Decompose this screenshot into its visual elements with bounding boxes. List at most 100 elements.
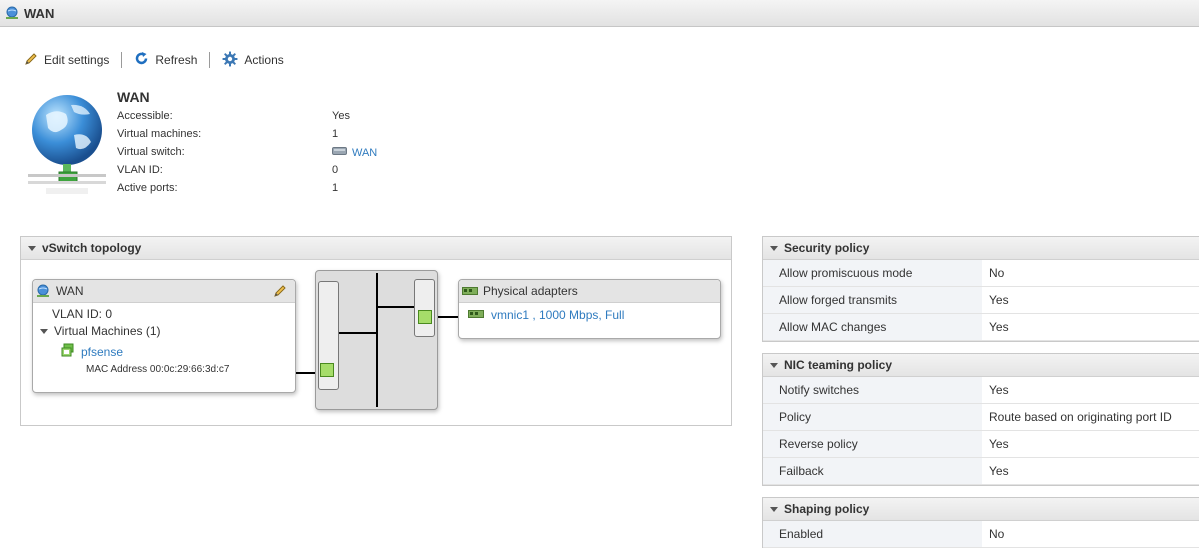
active-ports-value: 1 xyxy=(332,182,338,194)
virtual-machines-toggle[interactable]: Virtual Machines (1) xyxy=(40,324,161,338)
policy-value: Yes xyxy=(989,320,1009,334)
summary-value: 1 xyxy=(332,182,339,194)
nic-teaming-policy-panel: NIC teaming policy Notify switches Yes Po… xyxy=(762,353,1199,486)
portgroup-icon xyxy=(5,6,20,24)
nic-link[interactable]: vmnic1 , 1000 Mbps, Full xyxy=(491,308,624,322)
summary-value: Yes xyxy=(332,110,350,122)
summary-label: VLAN ID: xyxy=(117,164,163,176)
security-policy-panel: Security policy Allow promiscuous mode No… xyxy=(762,236,1199,342)
refresh-icon xyxy=(134,51,149,69)
policy-row: Allow forged transmits Yes xyxy=(763,287,1199,314)
summary-label: Active ports: xyxy=(117,182,178,194)
network-globe-icon xyxy=(26,90,108,213)
shaping-policy-panel: Shaping policy Enabled No xyxy=(762,497,1199,548)
vlan-id-text: VLAN ID: 0 xyxy=(52,307,113,321)
edit-settings-button[interactable]: Edit settings xyxy=(24,52,109,69)
policy-row: Notify switches Yes xyxy=(763,377,1199,404)
actions-button[interactable]: Actions xyxy=(222,51,284,70)
portgroup-name: WAN xyxy=(117,89,150,105)
panel-title: Shaping policy xyxy=(784,502,870,516)
vm-name-link[interactable]: pfsense xyxy=(81,345,123,359)
portgroup-box: WAN VLAN ID: 0 Virtual Machines (1) pfse… xyxy=(32,279,296,393)
nic-item[interactable]: vmnic1 , 1000 Mbps, Full xyxy=(468,308,624,322)
panel-title: vSwitch topology xyxy=(42,241,142,255)
physical-adapters-box: Physical adapters vmnic1 , 1000 Mbps, Fu… xyxy=(458,279,721,339)
summary-label: Virtual machines: xyxy=(117,128,202,140)
policy-row: Allow promiscuous mode No xyxy=(763,260,1199,287)
panel-header[interactable]: NIC teaming policy xyxy=(763,354,1199,377)
policy-key: Allow forged transmits xyxy=(763,287,982,313)
refresh-label: Refresh xyxy=(155,53,198,67)
policy-value: No xyxy=(989,527,1005,541)
policy-value: Yes xyxy=(989,383,1009,397)
nic-card-icon xyxy=(468,308,484,322)
panel-header[interactable]: Security policy xyxy=(763,237,1199,260)
portgroup-icon xyxy=(36,284,51,299)
port-icon xyxy=(418,310,432,324)
policy-value: Yes xyxy=(989,293,1009,307)
policy-key: Allow MAC changes xyxy=(763,314,982,340)
summary-value: 1 xyxy=(332,128,339,140)
mac-address-text: MAC Address 00:0c:29:66:3d:c7 xyxy=(86,364,230,375)
window-title: WAN xyxy=(24,6,55,21)
toolbar-divider xyxy=(121,52,123,68)
switch-uplink-column xyxy=(414,279,435,337)
policy-value: Yes xyxy=(989,464,1009,478)
policy-row: Enabled No xyxy=(763,521,1199,548)
refresh-button[interactable]: Refresh xyxy=(134,51,197,69)
collapse-caret-icon[interactable] xyxy=(770,362,778,368)
window-titlebar: WAN xyxy=(0,0,1199,27)
policy-key: Policy xyxy=(763,404,982,430)
accessible-value: Yes xyxy=(332,110,350,122)
vswitch-block xyxy=(315,270,438,410)
panel-header[interactable]: Shaping policy xyxy=(763,498,1199,521)
virtual-switch-link[interactable]: WAN xyxy=(332,146,377,159)
vm-icon xyxy=(61,343,76,360)
toolbar: Edit settings Refresh Actions xyxy=(24,51,284,69)
edit-pencil-icon[interactable] xyxy=(273,284,287,298)
policy-value: No xyxy=(989,266,1005,280)
physical-adapters-title: Physical adapters xyxy=(483,284,578,298)
panel-header[interactable]: vSwitch topology xyxy=(21,237,731,260)
policy-row: Failback Yes xyxy=(763,458,1199,485)
policy-row: Reverse policy Yes xyxy=(763,431,1199,458)
actions-label: Actions xyxy=(244,53,284,67)
virtual-machines-label: Virtual Machines (1) xyxy=(54,324,161,338)
collapse-caret-icon[interactable] xyxy=(28,245,36,251)
connector-line xyxy=(339,332,376,334)
policy-key: Allow promiscuous mode xyxy=(763,260,982,286)
policy-key: Reverse policy xyxy=(763,431,982,457)
policy-row: Policy Route based on originating port ID xyxy=(763,404,1199,431)
connector-line xyxy=(378,306,414,308)
vm-item[interactable]: pfsense xyxy=(61,343,123,360)
gear-icon xyxy=(222,51,238,70)
expand-caret-icon[interactable] xyxy=(40,328,48,334)
switch-icon xyxy=(332,146,347,159)
switch-bus-line xyxy=(376,273,378,407)
policy-key: Failback xyxy=(763,458,982,484)
pencil-icon xyxy=(24,52,38,69)
connector-line xyxy=(296,372,316,374)
connector-line xyxy=(438,316,458,318)
virtual-switch-name[interactable]: WAN xyxy=(352,147,377,159)
nic-card-icon xyxy=(462,286,478,296)
collapse-caret-icon[interactable] xyxy=(770,506,778,512)
vswitch-topology-panel: vSwitch topology WAN VLAN ID: 0 Virtual … xyxy=(20,236,732,426)
vlan-value: 0 xyxy=(332,164,338,176)
collapse-caret-icon[interactable] xyxy=(770,245,778,251)
summary-value: 0 xyxy=(332,164,339,176)
portgroup-box-header: WAN xyxy=(33,280,295,303)
panel-title: NIC teaming policy xyxy=(784,358,893,372)
summary-label: Virtual switch: xyxy=(117,146,185,158)
policy-value: Yes xyxy=(989,437,1009,451)
toolbar-divider xyxy=(209,52,211,68)
portgroup-box-title: WAN xyxy=(56,284,84,298)
panel-title: Security policy xyxy=(784,241,870,255)
vm-count-value: 1 xyxy=(332,128,338,140)
summary-label: Accessible: xyxy=(117,110,173,122)
physical-adapters-header: Physical adapters xyxy=(459,280,720,303)
port-icon xyxy=(320,363,334,377)
policy-key: Notify switches xyxy=(763,377,982,403)
policy-row: Allow MAC changes Yes xyxy=(763,314,1199,341)
policy-value: Route based on originating port ID xyxy=(989,410,1172,424)
